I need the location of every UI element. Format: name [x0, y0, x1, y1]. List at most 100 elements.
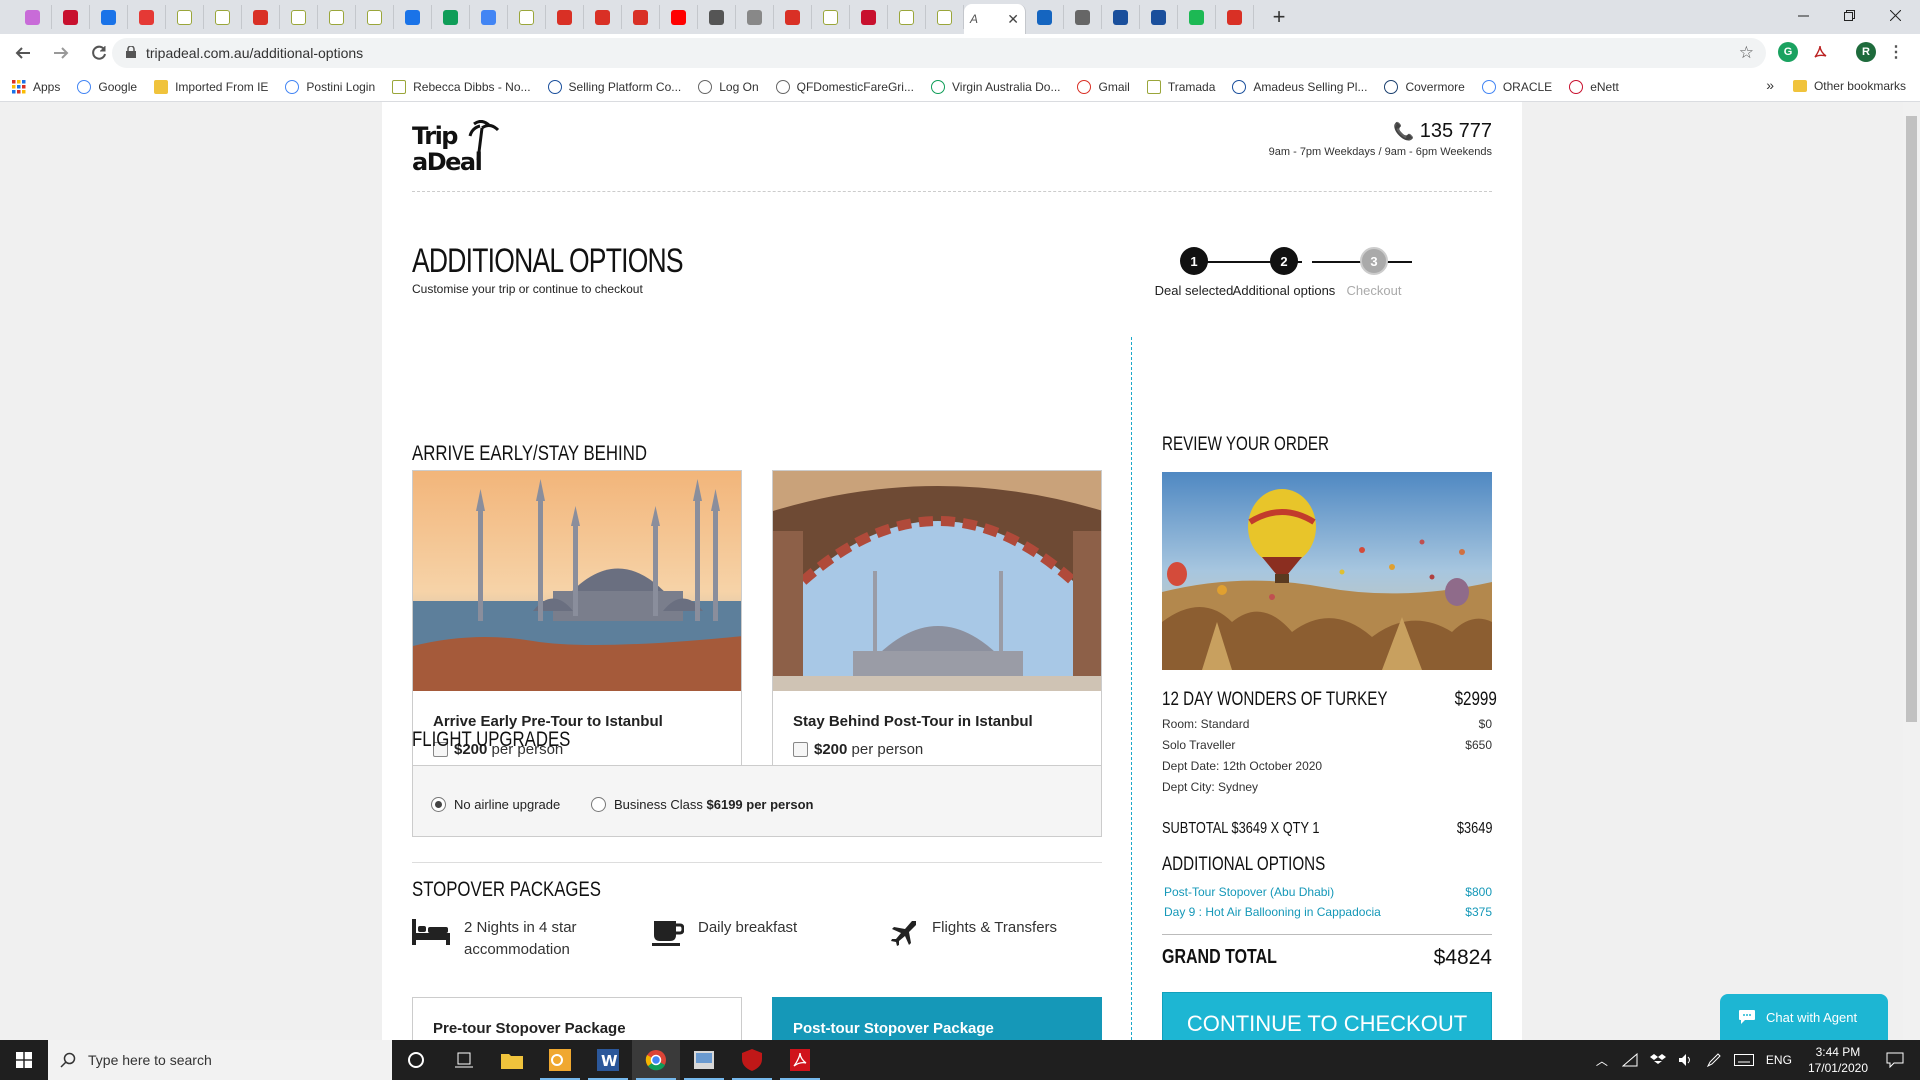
bookmark-label: Apps	[33, 79, 61, 94]
browser-tab[interactable]	[660, 5, 698, 29]
new-tab-button[interactable]: +	[1264, 4, 1294, 30]
browser-tab[interactable]	[1216, 5, 1254, 29]
bookmark-item[interactable]: Apps	[12, 79, 61, 94]
task-view-button[interactable]	[392, 1040, 440, 1080]
page-scrollbar[interactable]	[1903, 102, 1920, 1040]
scrollbar-thumb[interactable]	[1906, 116, 1917, 722]
browser-tab[interactable]	[52, 5, 90, 29]
post-tour-package-card[interactable]: Post-tour Stopover Package	[772, 997, 1102, 1040]
restore-button[interactable]	[1826, 0, 1872, 30]
minimize-button[interactable]	[1780, 0, 1826, 30]
browser-tab[interactable]	[242, 5, 280, 29]
browser-tab[interactable]	[850, 5, 888, 29]
clock[interactable]: 3:44 PM 17/01/2020	[1808, 1044, 1868, 1076]
browser-tab[interactable]	[1178, 5, 1216, 29]
bookmark-item[interactable]: Rebecca Dibbs - No...	[392, 79, 531, 94]
browser-tab[interactable]	[280, 5, 318, 29]
bookmark-label: Tramada	[1167, 79, 1216, 94]
file-explorer-button[interactable]	[488, 1040, 536, 1080]
continue-to-checkout-button[interactable]: CONTINUE TO CHECKOUT	[1162, 992, 1492, 1040]
acrobat-extension-icon[interactable]	[1810, 42, 1830, 62]
browser-tab[interactable]	[622, 5, 660, 29]
bookmark-item[interactable]: eNett	[1569, 79, 1619, 94]
bookmark-item[interactable]: ORACLE	[1481, 79, 1552, 94]
start-button[interactable]	[0, 1040, 48, 1080]
browser-tab[interactable]	[14, 5, 52, 29]
business-class-radio[interactable]	[591, 797, 606, 812]
chat-with-agent-button[interactable]: Chat with Agent	[1720, 994, 1888, 1040]
chrome-button[interactable]	[632, 1040, 680, 1080]
subtotal-label: SUBTOTAL $3649 X QTY 1	[1162, 820, 1320, 837]
reload-button[interactable]	[84, 38, 114, 68]
word-button[interactable]: W	[584, 1040, 632, 1080]
forward-button[interactable]	[46, 38, 76, 68]
profile-avatar[interactable]: R	[1856, 42, 1876, 62]
bookmark-item[interactable]: QFDomesticFareGri...	[775, 79, 914, 94]
browser-tab[interactable]	[204, 5, 242, 29]
dropbox-icon[interactable]	[1649, 1053, 1666, 1067]
browser-tab[interactable]	[1026, 5, 1064, 29]
mcafee-button[interactable]	[728, 1040, 776, 1080]
tripadeal-logo[interactable]: Trip aDeal	[412, 119, 502, 178]
browser-tab[interactable]	[888, 5, 926, 29]
omnibox[interactable]: tripadeal.com.au/additional-options ☆	[112, 38, 1766, 68]
bookmark-item[interactable]: Gmail	[1077, 79, 1130, 94]
browser-tab[interactable]	[1140, 5, 1178, 29]
stay-behind-checkbox[interactable]	[793, 742, 808, 757]
browser-tab[interactable]	[394, 5, 432, 29]
keyboard-icon[interactable]	[1733, 1053, 1754, 1067]
pre-tour-package-card[interactable]: Pre-tour Stopover Package	[412, 997, 742, 1040]
browser-tab[interactable]	[128, 5, 166, 29]
browser-tab[interactable]	[90, 5, 128, 29]
browser-tab[interactable]	[356, 5, 394, 29]
browser-tab[interactable]	[1102, 5, 1140, 29]
no-upgrade-radio[interactable]	[431, 797, 446, 812]
close-window-button[interactable]	[1872, 0, 1918, 30]
browser-tab[interactable]	[698, 5, 736, 29]
phone-number[interactable]: 📞 135 777	[1393, 120, 1492, 143]
bookmark-item[interactable]: Postini Login	[285, 79, 375, 94]
timeline-button[interactable]	[440, 1040, 488, 1080]
browser-tab[interactable]	[774, 5, 812, 29]
image-app-button[interactable]	[680, 1040, 728, 1080]
browser-tab[interactable]	[812, 5, 850, 29]
outlook-button[interactable]	[536, 1040, 584, 1080]
browser-tab[interactable]	[736, 5, 774, 29]
chrome-menu-icon[interactable]: ⋮	[1886, 42, 1906, 62]
bookmarks-overflow-button[interactable]: »	[1766, 77, 1774, 93]
browser-tab[interactable]	[470, 5, 508, 29]
bookmark-item[interactable]: Imported From IE	[154, 79, 268, 94]
bookmark-item[interactable]: Covermore	[1384, 79, 1465, 94]
browser-tab[interactable]	[546, 5, 584, 29]
acrobat-button[interactable]	[776, 1040, 824, 1080]
business-class-option[interactable]: Business Class $6199 per person	[591, 797, 813, 812]
language-indicator[interactable]: ENG	[1766, 1053, 1792, 1067]
notifications-icon[interactable]	[1886, 1052, 1904, 1068]
pen-icon[interactable]	[1706, 1053, 1722, 1067]
bookmark-item[interactable]: Amadeus Selling Pl...	[1232, 79, 1367, 94]
bookmark-item[interactable]: Selling Platform Co...	[547, 79, 681, 94]
bookmark-star-icon[interactable]: ☆	[1739, 43, 1754, 63]
taskbar-search[interactable]: Type here to search	[48, 1040, 392, 1080]
other-bookmarks[interactable]: Other bookmarks	[1792, 79, 1906, 93]
browser-tab[interactable]	[584, 5, 622, 29]
browser-tab[interactable]	[1064, 5, 1102, 29]
browser-tab[interactable]	[432, 5, 470, 29]
volume-icon[interactable]	[1678, 1053, 1694, 1067]
tray-chevron-icon[interactable]: ︿	[1596, 1052, 1608, 1069]
no-upgrade-option[interactable]: No airline upgrade	[431, 797, 560, 812]
close-tab-icon[interactable]: ✕	[1007, 11, 1019, 28]
browser-tab[interactable]	[318, 5, 356, 29]
tab-favicon-icon	[1189, 9, 1204, 25]
browser-tab[interactable]	[926, 5, 964, 29]
bookmark-item[interactable]: Log On	[698, 79, 759, 94]
bookmark-item[interactable]: Virgin Australia Do...	[930, 79, 1060, 94]
browser-tab[interactable]	[166, 5, 204, 29]
active-tab[interactable]: A ✕	[964, 4, 1026, 34]
browser-tab[interactable]	[508, 5, 546, 29]
bookmark-item[interactable]: Google	[77, 79, 137, 94]
network-icon[interactable]	[1621, 1053, 1638, 1067]
grammarly-extension-icon[interactable]: G	[1778, 42, 1798, 62]
back-button[interactable]	[8, 38, 38, 68]
bookmark-item[interactable]: Tramada	[1146, 79, 1216, 94]
